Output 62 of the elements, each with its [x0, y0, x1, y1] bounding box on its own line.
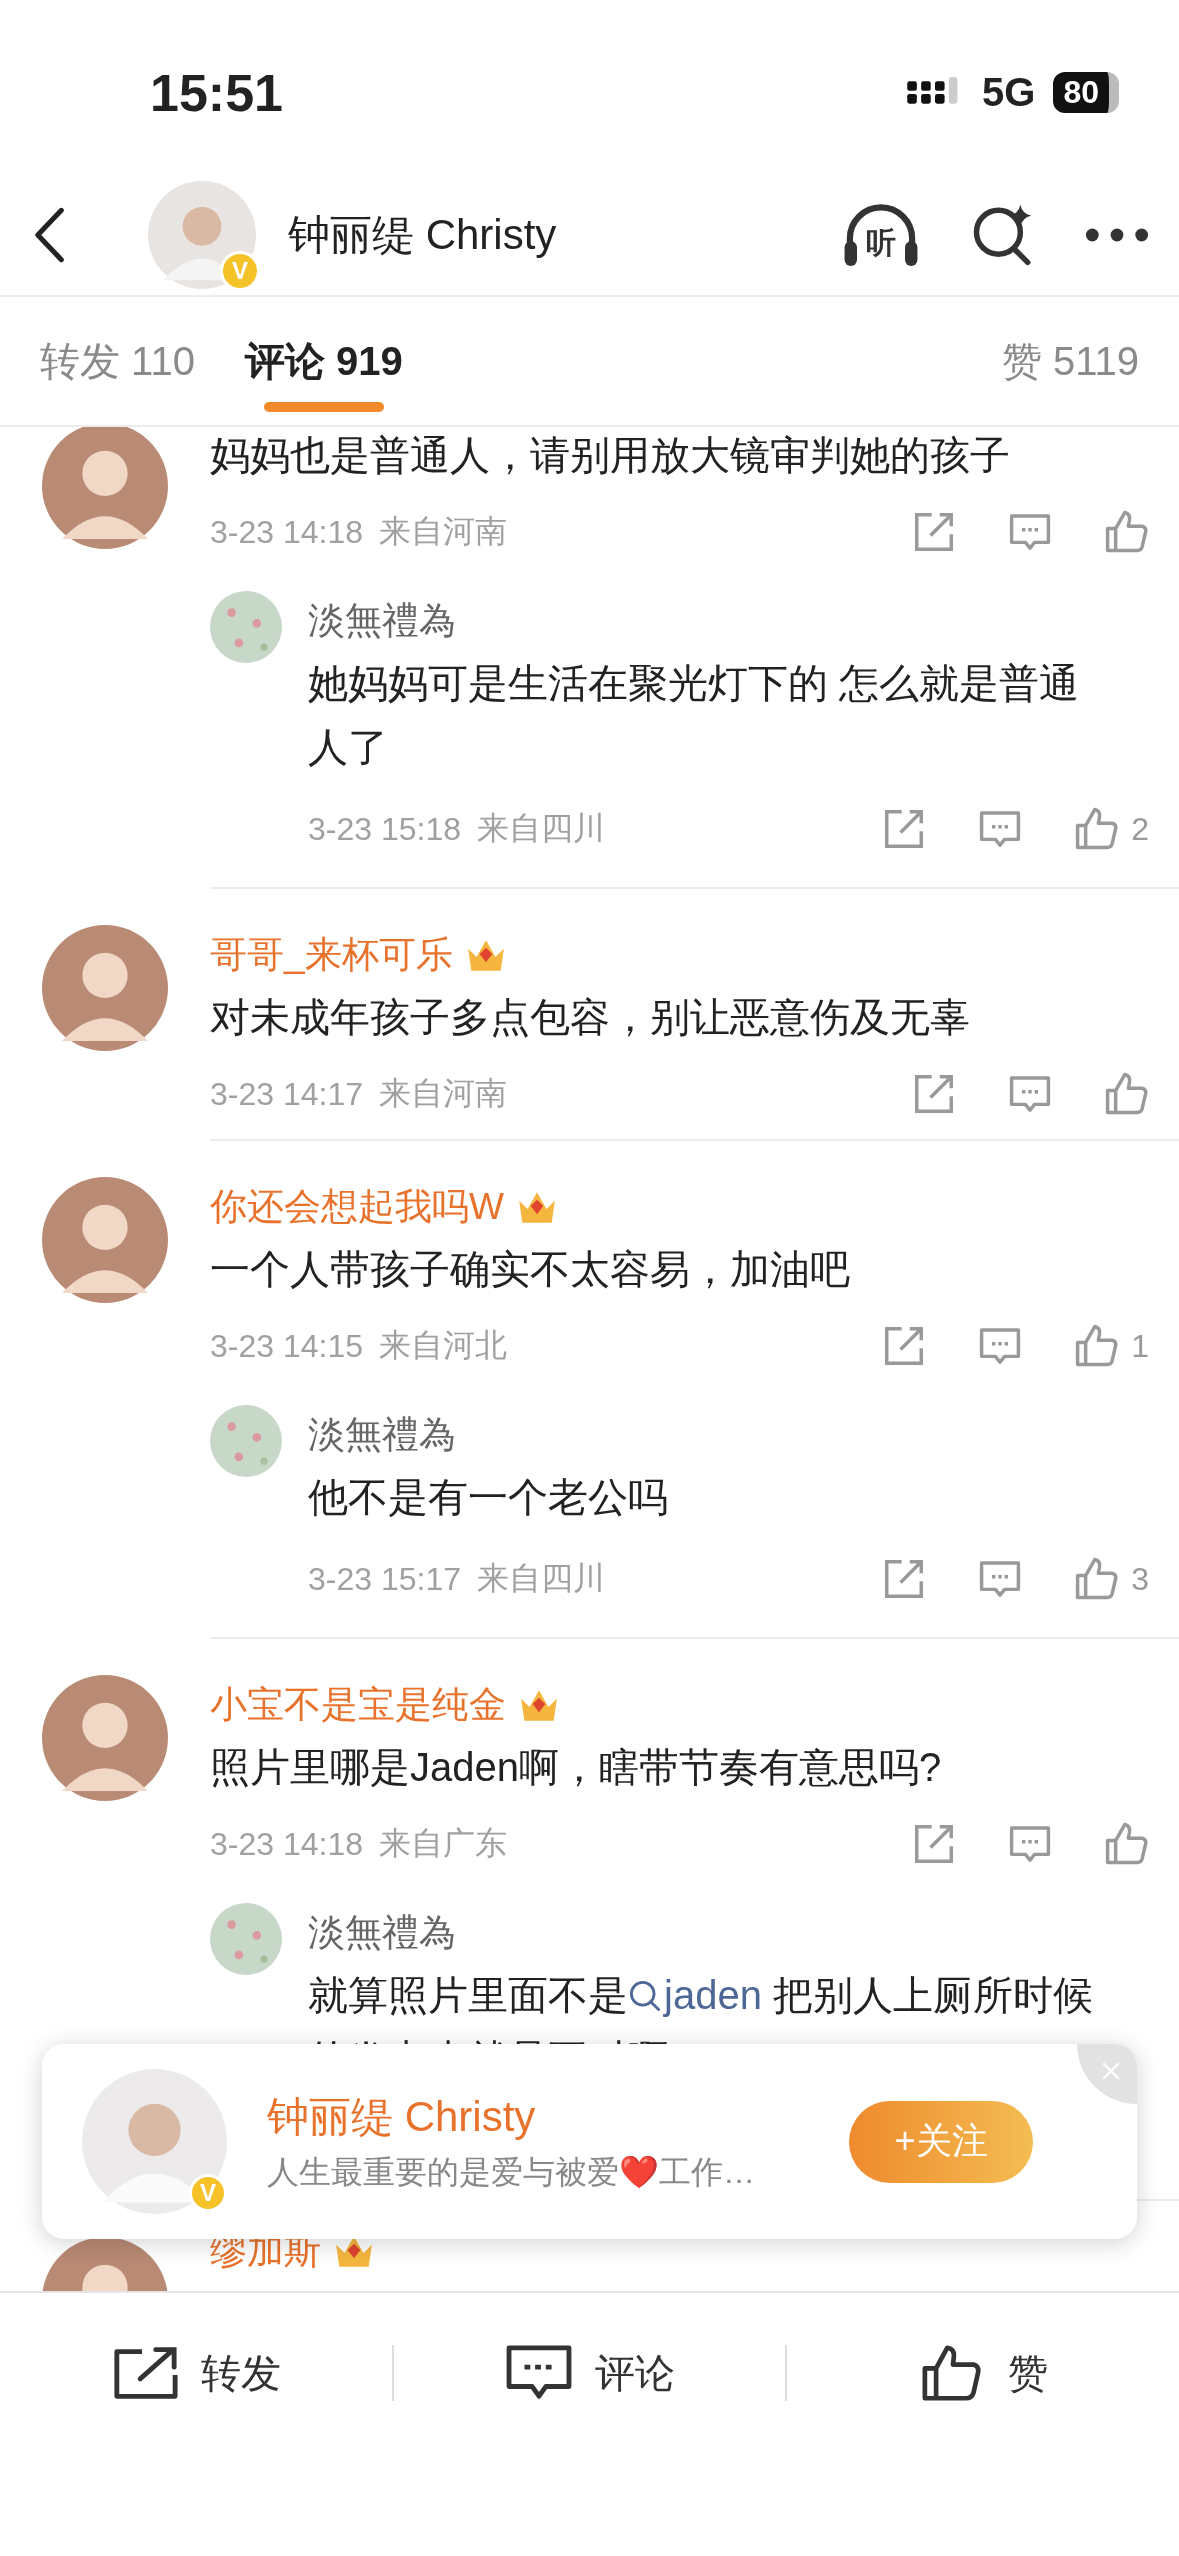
comment-location: 来自河北 — [379, 1326, 507, 1365]
commenter-name[interactable]: 小宝不是宝是纯金 — [210, 1680, 506, 1730]
profile-bio: 人生最重要的是爱与被爱❤工作… — [267, 2152, 756, 2192]
comment-location: 来自河南 — [379, 1074, 507, 1113]
comment-location: 来自四川 — [477, 1559, 605, 1598]
tab[interactable]: 转发 110 — [40, 296, 195, 426]
comment-icon — [504, 2344, 573, 2402]
comment-time: 3-23 14:18 — [210, 1825, 363, 1863]
action-button[interactable]: 赞 — [787, 2323, 1179, 2423]
avatar[interactable] — [210, 591, 282, 663]
comment-text: 照片里哪是Jaden啊，瞎带节奏有意思吗? — [210, 1744, 943, 1791]
like-count: 2 — [1131, 810, 1149, 848]
battery-indicator: 80 — [1053, 72, 1119, 113]
like-icon[interactable] — [1103, 1071, 1149, 1117]
tab[interactable]: 赞 5119 — [1001, 296, 1139, 426]
commenter-name[interactable]: 淡無禮為 — [308, 1405, 1179, 1465]
comment-time: 3-23 14:15 — [210, 1327, 363, 1365]
avatar[interactable] — [210, 1405, 282, 1477]
listen-button[interactable]: 听 — [841, 198, 921, 272]
like-icon[interactable] — [1073, 1323, 1120, 1369]
avatar[interactable] — [42, 1177, 168, 1303]
comment-location: 来自河南 — [379, 512, 507, 551]
verified-badge: V — [189, 2174, 227, 2212]
network-label: 5G — [982, 70, 1036, 115]
search-icon — [628, 1979, 662, 2013]
comment-time: 3-23 14:18 — [210, 513, 363, 551]
like-icon[interactable] — [1103, 1821, 1149, 1867]
tab[interactable]: 评论 919 — [244, 296, 403, 426]
close-icon — [1100, 2060, 1122, 2082]
comment-text: 妈妈也是普通人，请别用放大镜审判她的孩子 — [210, 432, 1011, 479]
avatar[interactable] — [42, 1675, 168, 1801]
like-icon[interactable] — [1073, 1556, 1120, 1602]
profile-name[interactable]: 钟丽缇 Christy — [267, 2088, 849, 2145]
action-button[interactable]: 转发 — [0, 2323, 392, 2423]
avatar[interactable] — [82, 2069, 227, 2214]
like-count: 3 — [1131, 1560, 1149, 1598]
like-icon[interactable] — [1103, 509, 1149, 555]
commenter-name[interactable]: 哥哥_来杯可乐 — [210, 930, 453, 980]
comment-text: 对未成年孩子多点包容，别让恶意伤及无辜 — [210, 994, 971, 1041]
commenter-name[interactable]: 淡無禮為 — [308, 591, 1179, 651]
comment-time: 3-23 15:17 — [308, 1560, 461, 1598]
avatar[interactable] — [210, 1903, 282, 1975]
like-icon[interactable] — [1073, 806, 1120, 852]
status-time: 15:51 — [150, 62, 283, 123]
comment-text: 他不是有一个老公吗 — [308, 1474, 669, 1521]
avatar[interactable] — [42, 427, 168, 549]
avatar[interactable] — [42, 925, 168, 1051]
action-button[interactable]: 评论 — [393, 2323, 786, 2423]
comment-location: 来自四川 — [477, 809, 605, 848]
avatar[interactable] — [148, 181, 256, 289]
comment-text: 她妈妈可是生活在聚光灯下的 怎么就是普通人了 — [308, 660, 1081, 771]
verified-badge: V — [220, 251, 260, 291]
back-icon[interactable] — [32, 207, 66, 263]
profile-name[interactable]: 钟丽缇 Christy — [288, 207, 841, 263]
comment-time: 3-23 15:18 — [308, 810, 461, 848]
commenter-name[interactable]: 淡無禮為 — [308, 1903, 1179, 1963]
comment-text: 一个人带孩子确实不太容易，加油吧 — [210, 1246, 851, 1293]
topic-link[interactable]: jaden — [628, 1973, 762, 2017]
comment-location: 来自广东 — [379, 1824, 507, 1863]
like-count: 1 — [1131, 1327, 1149, 1365]
commenter-name[interactable]: 你还会想起我吗W — [210, 1182, 504, 1232]
comment-time: 3-23 14:17 — [210, 1075, 363, 1113]
